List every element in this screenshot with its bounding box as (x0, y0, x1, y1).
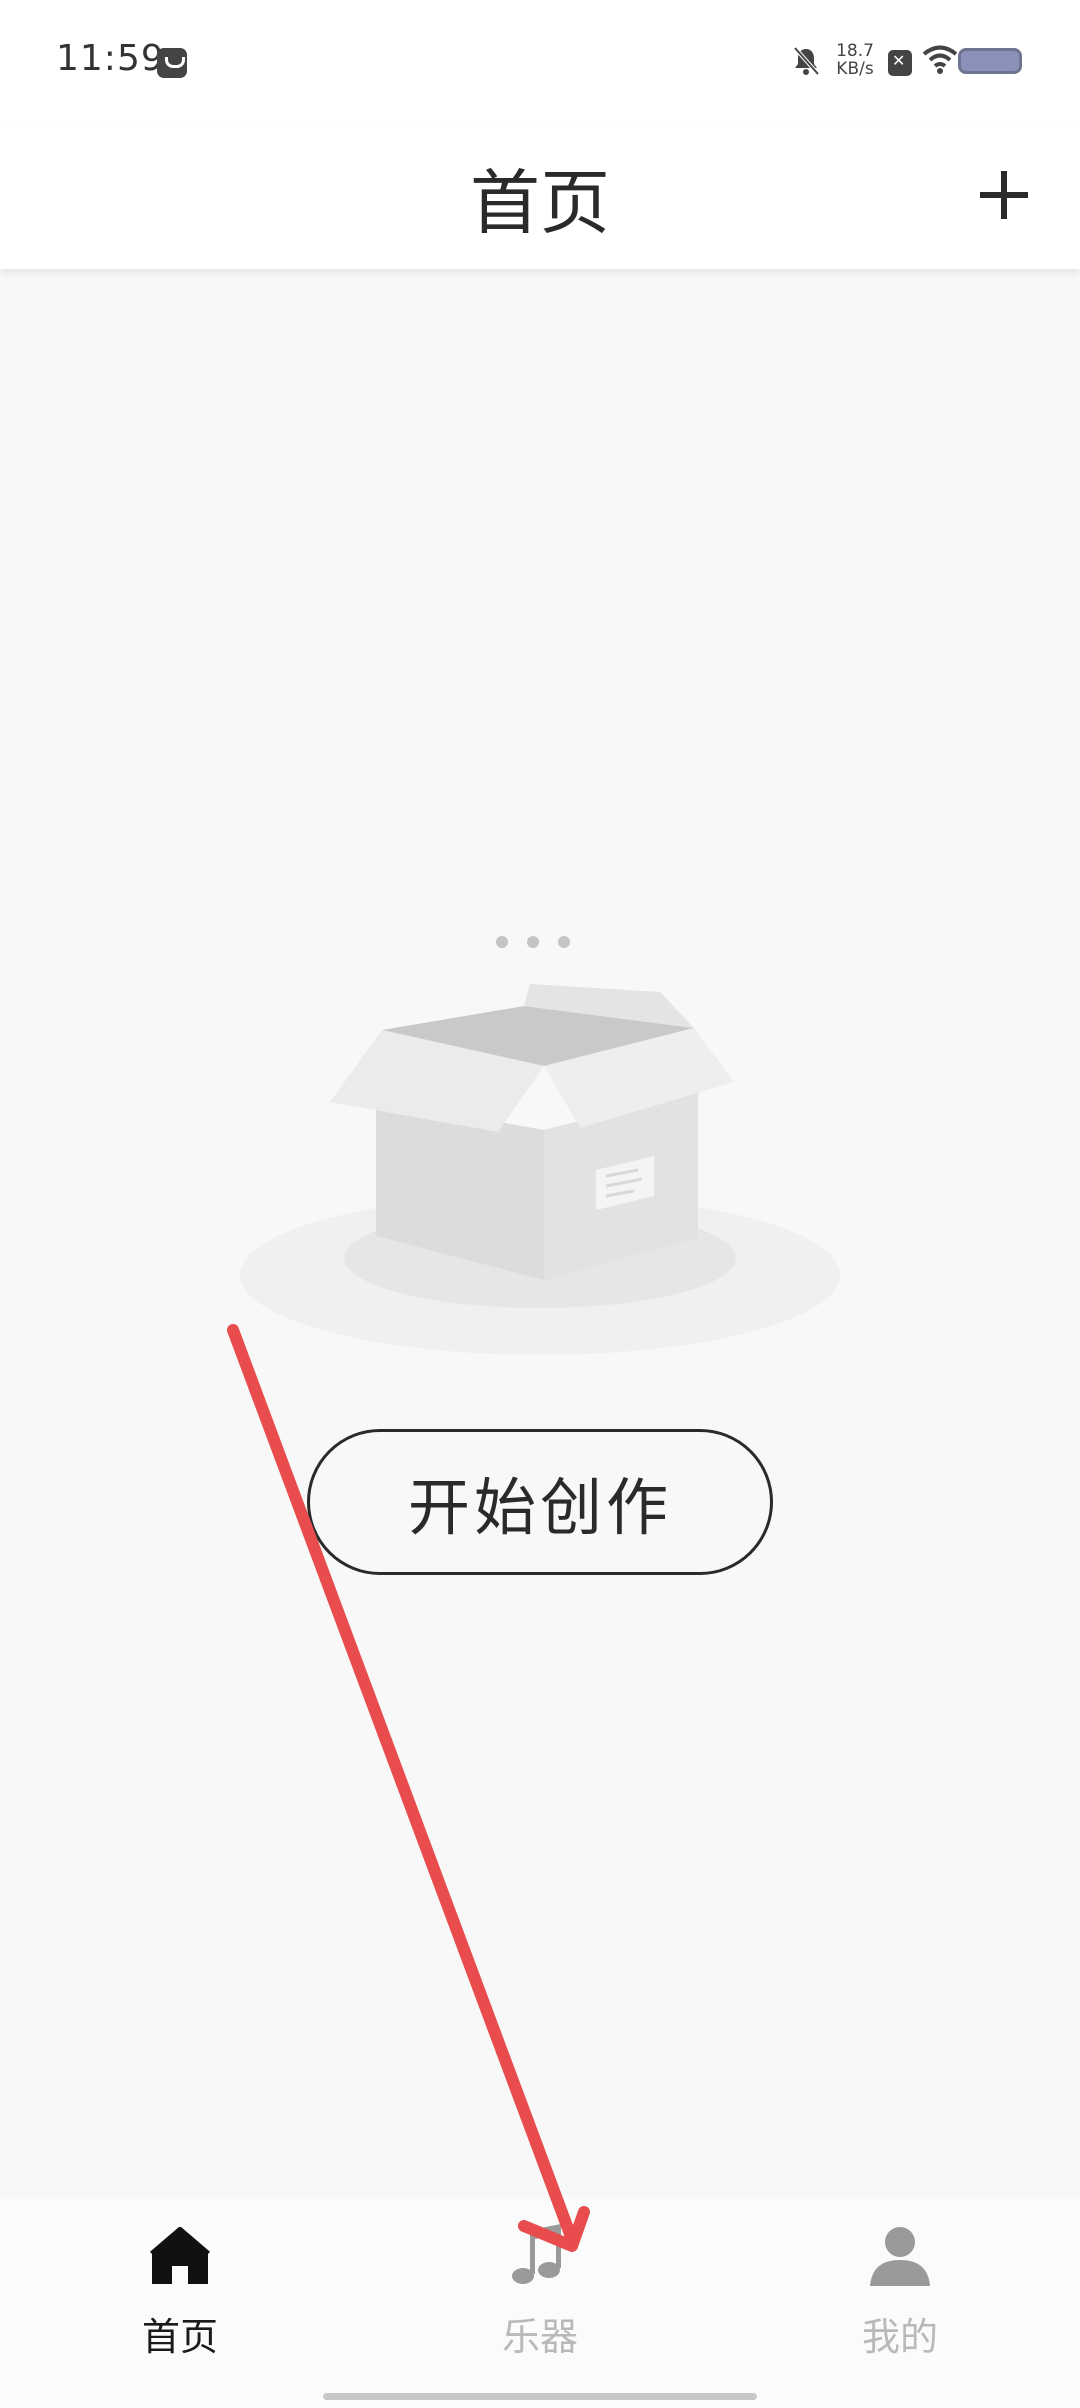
home-icon (150, 2227, 210, 2284)
net-speed-unit: KB/s (836, 59, 874, 79)
nav-item-instruments[interactable]: 乐器 (440, 2220, 640, 2370)
plus-icon (980, 171, 1028, 219)
nav-item-mine[interactable]: 我的 (800, 2220, 1000, 2370)
screen: 11:59 18.7 KB/s 首页 (0, 0, 1080, 2408)
person-icon (870, 2227, 930, 2286)
title-bar: 首页 (0, 125, 1080, 269)
notification-app-icon (157, 48, 187, 78)
nav-item-home[interactable]: 首页 (80, 2220, 280, 2370)
battery-icon (958, 48, 1022, 74)
net-speed-value: 18.7 (836, 41, 874, 61)
sim-off-icon (888, 50, 912, 76)
music-note-icon (512, 2224, 561, 2284)
start-creating-button[interactable]: 开始创作 (307, 1429, 773, 1575)
empty-box-illustration (240, 936, 840, 1355)
status-time: 11:59 (56, 38, 165, 79)
bottom-nav: 首页 乐器 我的 (0, 2198, 1080, 2408)
add-button[interactable] (964, 155, 1044, 235)
home-indicator[interactable] (323, 2393, 757, 2400)
wifi-icon (922, 45, 958, 74)
status-bar: 11:59 18.7 KB/s (0, 0, 1080, 125)
nav-label-home: 首页 (141, 2315, 218, 2359)
mute-bell-icon (793, 46, 820, 76)
net-speed: 18.7 KB/s (832, 42, 878, 78)
nav-label-instruments: 乐器 (501, 2315, 578, 2359)
page-title: 首页 (470, 162, 610, 244)
nav-label-mine: 我的 (861, 2315, 938, 2359)
